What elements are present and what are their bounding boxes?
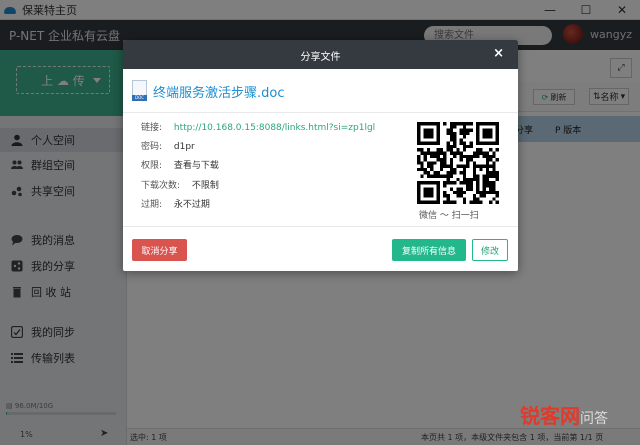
share-link[interactable]: http://10.168.0.15:8088/links.html?si=zp… [174,123,375,133]
share-file-dialog: 分享文件 × DOC 终端服务激活步骤.doc 链接: http://10.16… [123,40,518,271]
permission-row: 权限: 查看与下载 [141,158,219,171]
password-row: 密码: d1pr [141,139,195,152]
permission-value: 查看与下载 [173,161,219,171]
expiry-label: 过期: [141,200,163,210]
watermark-main: 锐客网 [520,404,580,428]
file-info-row: DOC 终端服务激活步骤.doc [132,80,512,105]
expiry-row: 过期: 永不过期 [141,197,210,210]
dialog-title: 分享文件 [300,52,341,63]
shared-file-name: 终端服务激活步骤.doc [153,86,285,101]
watermark-sub: 问答 [580,411,608,427]
edit-share-button[interactable]: 修改 [472,239,508,261]
permission-label: 权限: [141,161,163,171]
password-value: d1pr [173,142,195,152]
dialog-header: 分享文件 × [123,40,518,69]
qr-code [417,122,499,204]
app-window: 保莱特主页 — ☐ ✕ P-NET 企业私有云盘 wangyz 上 ☁ 传 个人… [0,0,640,445]
password-label: 密码: [141,142,163,152]
close-icon[interactable]: × [493,46,504,61]
downloads-row: 下载次数: 不限制 [141,178,219,191]
qr-caption: 微信 ～ 扫一扫 [419,211,479,221]
cancel-share-button[interactable]: 取消分享 [132,239,187,261]
downloads-value: 不限制 [191,181,219,191]
divider [123,112,518,113]
doc-file-icon: DOC [132,80,147,101]
share-link-row: 链接: http://10.168.0.15:8088/links.html?s… [141,120,375,133]
copy-all-info-button[interactable]: 复制所有信息 [392,239,466,261]
doc-badge: DOC [132,95,147,101]
expiry-value: 永不过期 [173,200,210,210]
divider [123,226,518,227]
link-label: 链接: [141,123,163,133]
downloads-label: 下载次数: [141,181,181,191]
site-watermark: 锐客网问答 [520,400,608,429]
